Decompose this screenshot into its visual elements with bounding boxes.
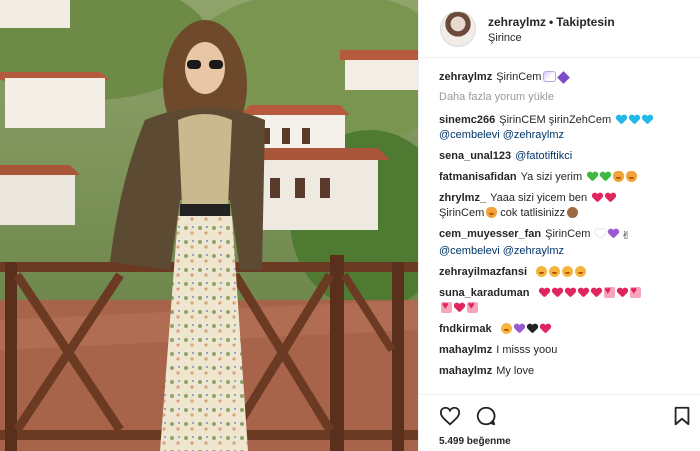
avatar[interactable] bbox=[440, 11, 476, 47]
heart-emoji bbox=[587, 172, 598, 182]
list-item: fndkirmak bbox=[439, 322, 697, 337]
monkey-emoji bbox=[567, 207, 579, 218]
heart-emoji bbox=[592, 193, 603, 203]
comment-username[interactable]: mahaylmz bbox=[439, 344, 492, 356]
gem-emoji bbox=[557, 71, 571, 84]
heart-emoji bbox=[552, 288, 563, 298]
comment-text: cok tatlisinizz bbox=[500, 207, 566, 219]
heart-emoji bbox=[467, 299, 478, 314]
header-user-line: zehraylmz • Takiptesin bbox=[488, 15, 615, 29]
heart-emoji bbox=[605, 193, 616, 203]
heart-emoji bbox=[527, 324, 538, 334]
username-link[interactable]: zehraylmz bbox=[488, 15, 546, 29]
face-emoji bbox=[536, 266, 548, 277]
comment-text: ŞirinCem bbox=[439, 207, 485, 219]
instagram-post: zehraylmz • Takiptesin Şirince zehraylmz Şi… bbox=[0, 0, 700, 451]
face-emoji bbox=[562, 266, 574, 277]
comment-text: Yaaa sizi yicem ben bbox=[490, 192, 588, 204]
heart-emoji bbox=[441, 299, 452, 314]
comment-text: ŞirinCem bbox=[545, 228, 591, 240]
follow-status-button[interactable]: Takiptesin bbox=[556, 15, 614, 29]
load-more-comments-button[interactable]: Daha fazla yorum yükle bbox=[439, 91, 697, 103]
bookmark-icon[interactable] bbox=[671, 405, 693, 427]
hand-emoji: ✌ bbox=[621, 230, 631, 242]
likes-count[interactable]: 5.499 beğenme bbox=[439, 436, 511, 447]
comment-username[interactable]: fndkirmak bbox=[439, 323, 492, 335]
heart-emoji bbox=[608, 229, 619, 239]
heart-emoji bbox=[642, 115, 653, 125]
comment-text: I misss yoou bbox=[496, 344, 558, 356]
comment-username[interactable]: mahaylmz bbox=[439, 365, 492, 377]
heart-emoji bbox=[565, 288, 576, 298]
list-item: sinemc266 ŞirinCEM şirinZehCem @cembelevi… bbox=[439, 113, 697, 143]
cat-emoji bbox=[626, 171, 638, 182]
heart-emoji bbox=[616, 115, 627, 125]
heart-emoji bbox=[591, 288, 602, 298]
photo-illustration bbox=[0, 0, 418, 451]
comment-text: My love bbox=[496, 365, 535, 377]
list-item: zhrylmz_ Yaaa sizi yicem ben ŞirinCem cok… bbox=[439, 191, 697, 221]
comment-username[interactable]: sena_unal123 bbox=[439, 150, 511, 162]
heart-emoji bbox=[603, 284, 615, 299]
comment-username[interactable]: zhrylmz_ bbox=[439, 192, 486, 204]
comment-username[interactable]: fatmanisafidan bbox=[439, 171, 517, 183]
comment-username[interactable]: cem_muyesser_fan bbox=[439, 228, 541, 240]
comment-text: ŞirinCEM şirinZehCem bbox=[499, 114, 612, 126]
comment-mentions[interactable]: @fatotiftikci bbox=[515, 150, 572, 162]
post-photo[interactable] bbox=[0, 0, 418, 451]
caption: zehraylmz ŞirinCem bbox=[439, 70, 697, 85]
heart-emoji bbox=[629, 284, 641, 299]
heart-emoji bbox=[514, 324, 525, 334]
separator-dot: • bbox=[549, 15, 554, 29]
unicorn-emoji bbox=[543, 71, 557, 82]
post-header: zehraylmz • Takiptesin Şirince bbox=[419, 0, 700, 58]
post-sidebar: zehraylmz • Takiptesin Şirince zehraylmz Şi… bbox=[418, 0, 700, 451]
comment-username[interactable]: zehrayilmazfansi bbox=[439, 266, 527, 278]
comment-mentions[interactable]: @cembelevi @zehraylmz bbox=[439, 245, 564, 257]
face-emoji bbox=[549, 266, 561, 277]
list-item: cem_muyesser_fan ŞirinCem ✌ @cembelevi @z… bbox=[439, 227, 697, 259]
heart-emoji bbox=[578, 288, 589, 298]
list-item: fatmanisafidan Ya sizi yerim bbox=[439, 170, 697, 185]
list-item: mahaylmz My love bbox=[439, 364, 697, 379]
comment-bubble-icon[interactable] bbox=[475, 405, 497, 427]
list-item: suna_karaduman bbox=[439, 284, 697, 316]
face-emoji bbox=[500, 323, 512, 334]
heart-emoji bbox=[629, 115, 640, 125]
heart-emoji bbox=[600, 172, 611, 182]
heart-emoji bbox=[617, 288, 628, 298]
comment-username[interactable]: sinemc266 bbox=[439, 114, 495, 126]
list-item: mahaylmz I misss yoou bbox=[439, 343, 697, 358]
face-emoji bbox=[575, 266, 587, 277]
heart-outline-icon[interactable] bbox=[439, 405, 461, 427]
location-link[interactable]: Şirince bbox=[488, 32, 522, 44]
comment-username[interactable]: suna_karaduman bbox=[439, 287, 529, 299]
heart-emoji bbox=[539, 288, 550, 298]
list-item: zehrayilmazfansi bbox=[439, 265, 697, 280]
caption-text: ŞirinCem bbox=[496, 71, 542, 83]
cat-emoji bbox=[486, 207, 498, 218]
comment-username[interactable]: zehraylmz bbox=[439, 71, 492, 83]
cat-emoji bbox=[613, 171, 625, 182]
comment-list: zehraylmz ŞirinCem Daha fazla yorum yükle… bbox=[439, 70, 697, 385]
comment-mentions[interactable]: @cembelevi @zehraylmz bbox=[439, 129, 564, 141]
comment-text: Ya sizi yerim bbox=[520, 171, 583, 183]
heart-emoji bbox=[540, 324, 551, 334]
heart-emoji bbox=[454, 303, 465, 313]
list-item: sena_unal123 @fatotiftikci bbox=[439, 149, 697, 164]
heart-emoji bbox=[595, 229, 606, 239]
action-bar bbox=[419, 394, 700, 427]
